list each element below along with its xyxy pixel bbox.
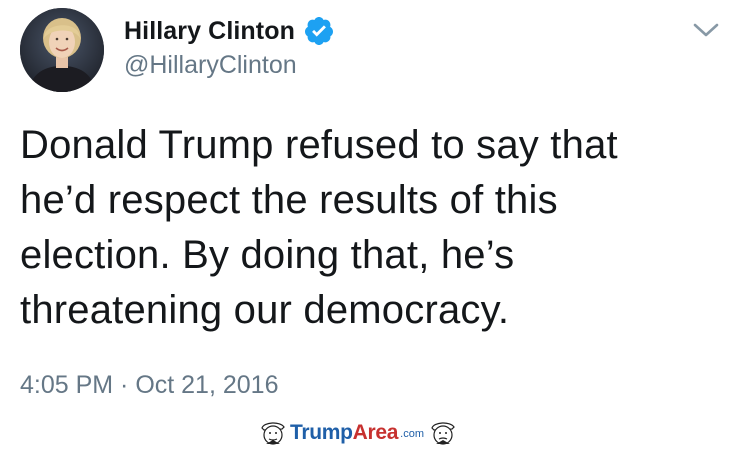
tweet-line: threatening our democracy.: [20, 288, 510, 332]
user-handle[interactable]: @HillaryClinton: [124, 51, 297, 80]
tweet-timestamp[interactable]: 4:05 PM · Oct 21, 2016: [20, 371, 278, 400]
caricature-icon: [428, 420, 458, 446]
caricature-icon: [258, 420, 288, 446]
watermark-brand-part2: Area: [352, 421, 399, 444]
display-name[interactable]: Hillary Clinton: [124, 17, 295, 46]
watermark-suffix: .com: [400, 428, 425, 440]
user-name-row: Hillary Clinton: [124, 14, 335, 48]
watermark-brand-part1: Trump: [290, 421, 353, 444]
tweet-line: he’d respect the results of this: [20, 178, 558, 222]
chevron-down-icon[interactable]: [692, 20, 720, 40]
tweet-text: Donald Trump refused to say that he’d re…: [20, 118, 720, 338]
watermark-brand: TrumpArea: [290, 421, 398, 445]
watermark: TrumpArea .com: [258, 420, 458, 446]
verified-badge-icon: [303, 15, 335, 47]
avatar[interactable]: [20, 8, 104, 92]
tweet-line: election. By doing that, he’s: [20, 233, 515, 277]
tweet-line: Donald Trump refused to say that: [20, 123, 618, 167]
